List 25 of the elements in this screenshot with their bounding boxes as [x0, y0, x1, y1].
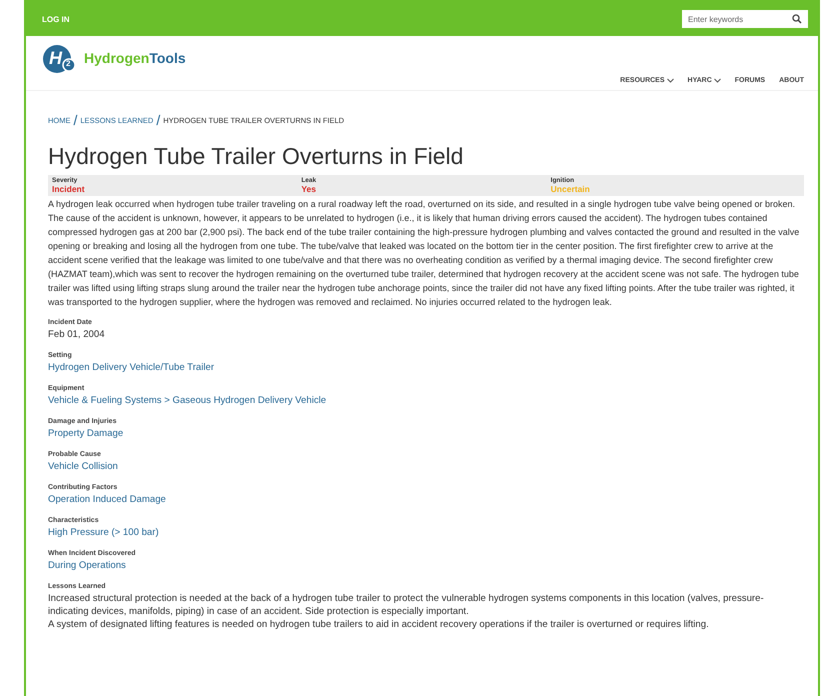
field-value: Increased structural protection is needed at the back of a hydrogen tube trailer to protect the vulnerable hydrogen systems components in this location (valves, pressure-indicating devices, manifolds, piping) in case of an accident. Side protection is especially important. — [48, 592, 765, 618]
chevron-icon — [714, 78, 721, 83]
chevron-icon — [666, 78, 674, 83]
field-link[interactable]: Operation Induced Damage — [48, 493, 804, 506]
field-value: Feb 01, 2004 — [48, 328, 106, 341]
logo-subscript: 2 — [66, 59, 70, 68]
field-link[interactable]: Vehicle Collision — [48, 460, 804, 473]
field-link[interactable]: During Operations — [48, 559, 804, 572]
page-title: Hydrogen Tube Trailer Overturns in Field — [48, 143, 464, 169]
search-icon — [792, 14, 802, 24]
stat-value: Incident — [52, 184, 86, 194]
field-link[interactable]: Hydrogen Delivery Vehicle/Tube Trailer — [48, 361, 804, 374]
field-link[interactable]: High Pressure (> 100 bar) — [48, 526, 804, 539]
description-paragraph: A hydrogen leak occurred when hydrogen tube trailer traveling on a rural roadway left the road, overturned on its side, and resulted in a single hydrogen tube valve being opened or broken. The cause of the accident is unknown, however, it appears to be unrelated to hydrogen (i.e., it is likely that human driving errors caused the accident). The hydrogen tubes contained compressed hydrogen gas at 200 bar (2,900 psi). The back end of the tube trailer containing the high-pressure hydrogen plumbing and valves contacted the ground and resulted in the valve opening or breaking and losing all the hydrogen from one tube. The tube/valve that leaked was located on the bottom tier in the center position. The first firefighter crew to arrive at the accident scene verified that the leakage was limited to one tube/valve and that there was no overheating condition as verified by a thermal imaging device. The second firefighter crew (HAZMAT team),which was sent to recover the hydrogen remaining on the overturned tube trailer, determined that hydrogen recovery at the accident scene was not safe. The hydrogen tube trailer was lifted using lifting straps slung around the trailer near the hydrogen tube anchorage points, since the trailer did not have any fixed lifting points. After the tube trailer was righted, it was transported to the hydrogen supplier, where the hydrogen was removed and reclaimed. No injuries occurred related to the hydrogen leak. — [48, 198, 800, 309]
stat-value: Uncertain — [550, 184, 591, 194]
breadcrumb-separator: / — [74, 113, 78, 127]
field-value: A system of designated lifting features is needed on hydrogen tube trailers to aid in accident recovery operations if the trailer is overturned or requires lifting. — [48, 618, 710, 631]
breadcrumb-separator: / — [156, 113, 160, 127]
logo-name[interactable]: HydrogenTools — [84, 50, 186, 66]
field-link[interactable]: Vehicle & Fueling Systems > Gaseous Hydrogen Delivery Vehicle — [48, 394, 804, 407]
search-field[interactable]: Enter keywords — [682, 10, 808, 28]
stat-value: Yes — [301, 184, 317, 194]
logo-icon[interactable] — [42, 44, 76, 74]
field-link[interactable]: Property Damage — [48, 427, 804, 440]
logo-letter: H — [49, 47, 62, 69]
